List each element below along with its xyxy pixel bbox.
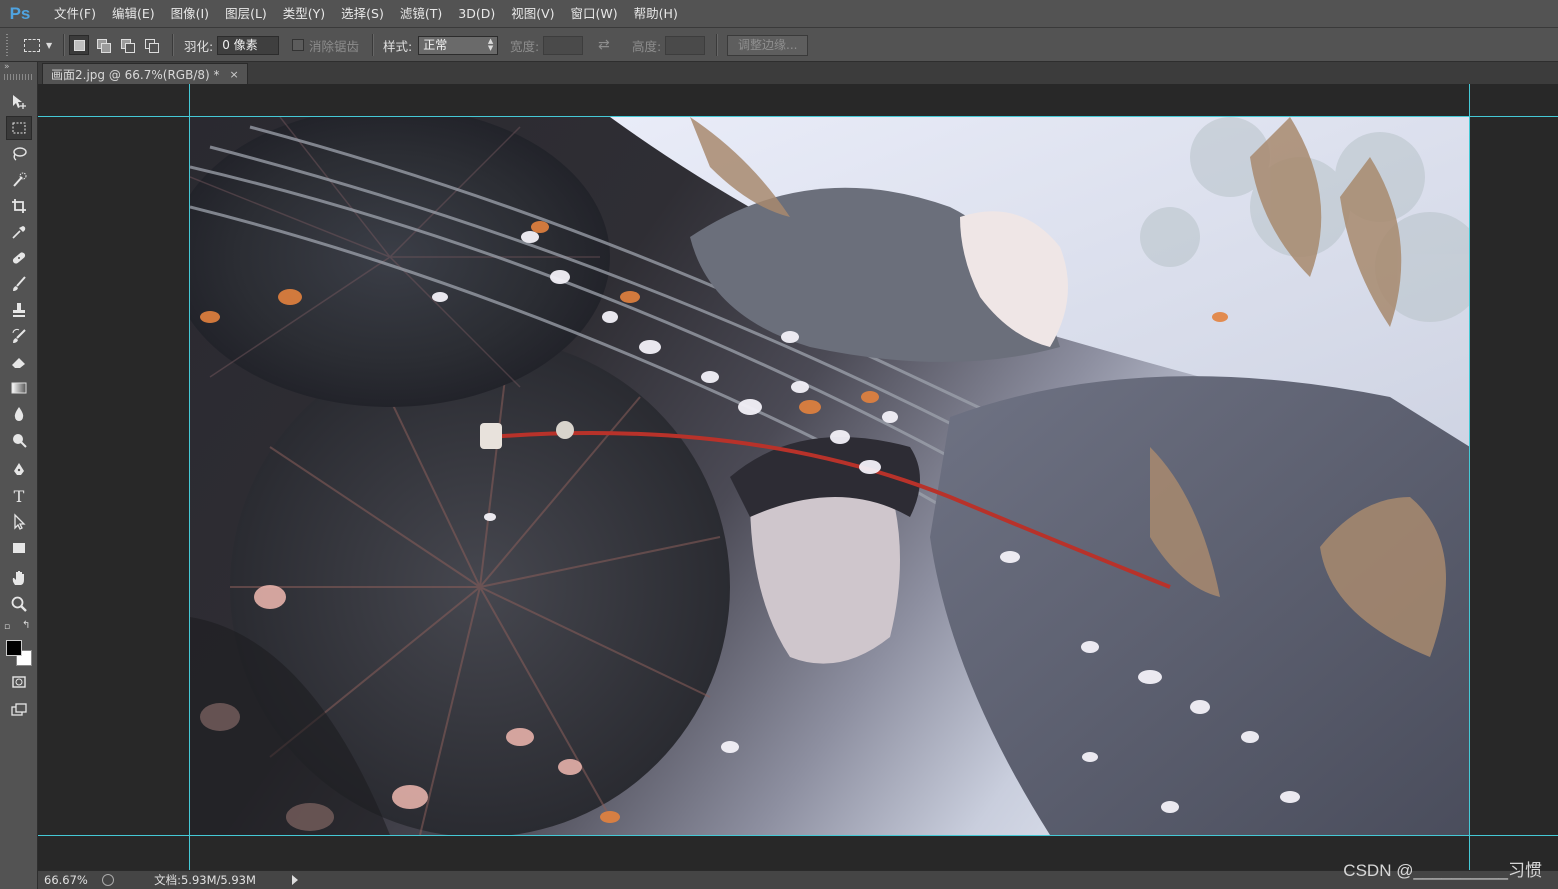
status-info-icon[interactable]	[102, 874, 114, 886]
guide-horizontal-top[interactable]	[38, 116, 1558, 117]
type-tool-icon[interactable]: T	[6, 484, 32, 508]
marquee-preset-icon	[24, 38, 40, 52]
photoshop-logo: Ps	[9, 3, 31, 23]
intersect-selection-icon	[145, 39, 159, 53]
rectangular-marquee-tool-icon[interactable]	[6, 116, 32, 140]
foreground-color-swatch[interactable]	[6, 640, 22, 656]
screen-mode-icon[interactable]	[6, 698, 32, 722]
menu-select[interactable]: 选择(S)	[333, 0, 392, 28]
tools-panel: » T ▫ ↰	[0, 62, 38, 889]
document-tab-title: 画面2.jpg @ 66.7%(RGB/8) *	[51, 67, 220, 82]
antialias-label: 消除锯齿	[309, 38, 360, 54]
status-menu-arrow-icon[interactable]	[292, 875, 298, 885]
panel-grip[interactable]	[4, 74, 32, 80]
options-grip	[6, 28, 8, 62]
close-icon[interactable]: ×	[230, 68, 239, 81]
status-bar: 66.67% 文档:5.93M/5.93M	[38, 870, 1558, 889]
width-input[interactable]	[543, 35, 584, 55]
menu-3d[interactable]: 3D(D)	[450, 0, 503, 28]
csdn-watermark: CSDN @__________习惯	[1343, 861, 1542, 880]
eraser-tool-icon[interactable]	[6, 350, 32, 374]
height-input[interactable]	[665, 35, 706, 55]
menu-view[interactable]: 视图(V)	[503, 0, 562, 28]
canvas-area[interactable]	[38, 84, 1558, 870]
artwork-illustration	[190, 117, 1470, 835]
add-selection-icon	[97, 39, 111, 53]
style-select[interactable]: 正常 ▲ ▼	[418, 35, 499, 55]
add-to-selection-button[interactable]	[93, 35, 113, 55]
collapse-panel-icon[interactable]: »	[4, 62, 10, 72]
select-arrows-icon: ▲ ▼	[487, 36, 494, 52]
menu-image[interactable]: 图像(I)	[163, 0, 217, 28]
menu-layer[interactable]: 图层(L)	[217, 0, 275, 28]
quick-mask-icon[interactable]	[6, 670, 32, 694]
guide-horizontal-bottom[interactable]	[38, 835, 1558, 836]
gradient-tool-icon[interactable]	[6, 376, 32, 400]
history-brush-tool-icon[interactable]	[6, 324, 32, 348]
menu-filter[interactable]: 滤镜(T)	[392, 0, 450, 28]
default-colors-icon[interactable]: ▫	[4, 622, 10, 632]
chevron-down-icon: ▼	[46, 40, 53, 50]
subtract-selection-icon	[121, 39, 135, 53]
style-select-value: 正常	[423, 37, 448, 52]
refine-edge-button[interactable]: 调整边缘...	[727, 34, 809, 56]
pen-tool-icon[interactable]	[6, 458, 32, 482]
quick-selection-tool-icon[interactable]	[6, 168, 32, 192]
blur-tool-icon[interactable]	[6, 402, 32, 426]
lasso-tool-icon[interactable]	[6, 142, 32, 166]
move-tool-icon[interactable]	[6, 90, 32, 114]
antialias-checkbox[interactable]	[292, 39, 304, 51]
rectangle-tool-icon[interactable]	[6, 536, 32, 560]
feather-label: 羽化:	[184, 38, 214, 54]
clone-stamp-tool-icon[interactable]	[6, 298, 32, 322]
healing-brush-tool-icon[interactable]	[6, 246, 32, 270]
menu-window[interactable]: 窗口(W)	[563, 0, 626, 28]
menu-help[interactable]: 帮助(H)	[626, 0, 686, 28]
menu-type[interactable]: 类型(Y)	[275, 0, 333, 28]
width-label: 宽度:	[510, 38, 540, 54]
intersect-selection-button[interactable]	[141, 35, 161, 55]
eyedropper-tool-icon[interactable]	[6, 220, 32, 244]
crop-tool-icon[interactable]	[6, 194, 32, 218]
tool-preset-picker[interactable]: ▼	[24, 28, 52, 62]
subtract-from-selection-button[interactable]	[117, 35, 137, 55]
menu-bar: Ps 文件(F) 编辑(E) 图像(I) 图层(L) 类型(Y) 选择(S) 滤…	[0, 0, 1558, 28]
menu-edit[interactable]: 编辑(E)	[104, 0, 163, 28]
zoom-level[interactable]: 66.67%	[38, 873, 96, 887]
document-tab[interactable]: 画面2.jpg @ 66.7%(RGB/8) * ×	[42, 63, 248, 84]
menu-file[interactable]: 文件(F)	[46, 0, 104, 28]
path-selection-tool-icon[interactable]	[6, 510, 32, 534]
brush-tool-icon[interactable]	[6, 272, 32, 296]
style-label: 样式:	[383, 38, 413, 54]
swap-dimensions-icon[interactable]: ⇄	[598, 37, 610, 53]
swap-colors-icon[interactable]: ↰	[22, 620, 30, 631]
new-selection-button[interactable]	[69, 35, 89, 55]
guide-vertical-right[interactable]	[1469, 84, 1470, 870]
height-label: 高度:	[632, 38, 662, 54]
hand-tool-icon[interactable]	[6, 566, 32, 590]
artwork-image[interactable]	[190, 117, 1470, 835]
dodge-tool-icon[interactable]	[6, 428, 32, 452]
new-selection-icon	[73, 39, 85, 51]
feather-input[interactable]: 0 像素	[217, 35, 280, 55]
guide-vertical-left[interactable]	[189, 84, 190, 870]
document-info: 文档:5.93M/5.93M	[154, 873, 256, 887]
zoom-tool-icon[interactable]	[6, 592, 32, 616]
document-tab-bar: 画面2.jpg @ 66.7%(RGB/8) * ×	[38, 62, 1558, 84]
options-bar: ▼ 羽化: 0 像素 消除锯齿 样式: 正常 ▲ ▼ 宽度: ⇄ 高度: 调整边…	[0, 28, 1558, 62]
